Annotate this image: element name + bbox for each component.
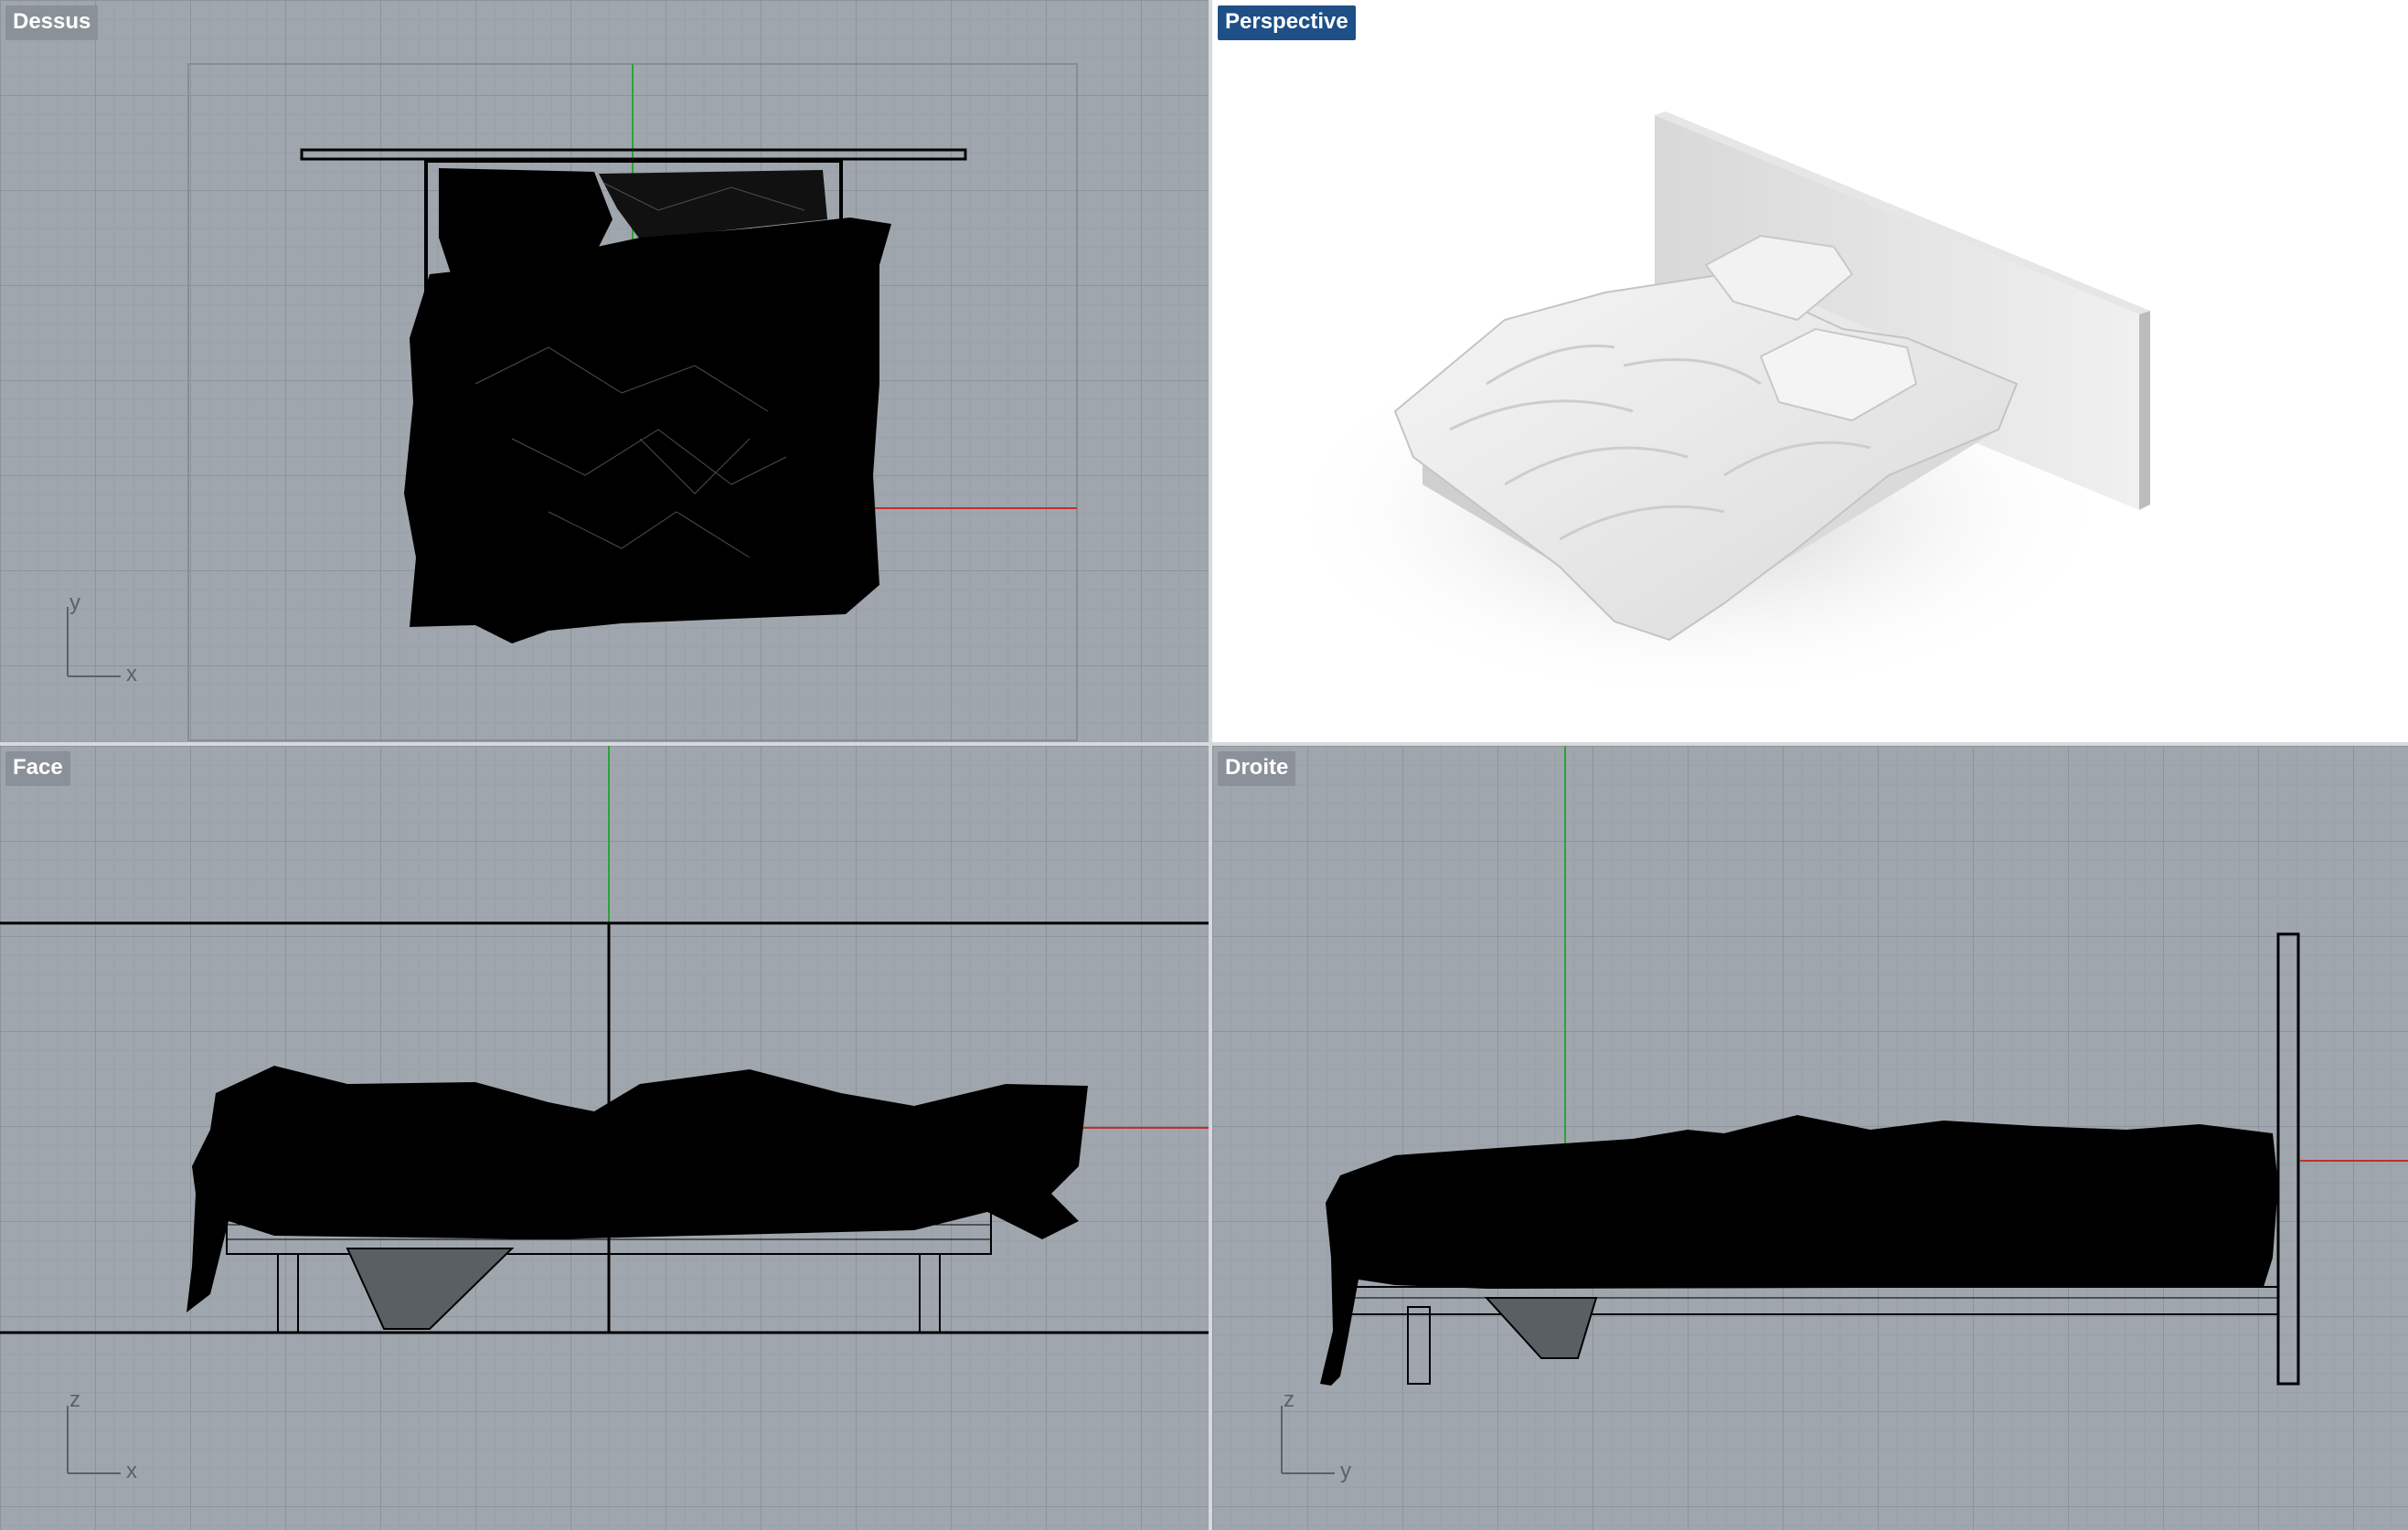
viewport-label-right[interactable]: Droite [1218, 751, 1296, 786]
axis-letter-x: x [126, 1459, 137, 1483]
hanging-sheet [1484, 1297, 1598, 1359]
axis-indicator-top: y x [64, 590, 137, 686]
front-view-scene [0, 746, 1209, 1334]
duvet [404, 218, 891, 643]
bed-leg-left [277, 1253, 299, 1333]
hanging-sheet [346, 1248, 515, 1330]
perspective-render [1276, 112, 2150, 704]
axis-indicator-right: z y [1278, 1387, 1351, 1483]
axis-letter-y: y [69, 590, 80, 615]
axis-indicator-front: z x [64, 1387, 137, 1483]
top-view-scene [187, 63, 1078, 741]
viewport-right[interactable]: Droite z y [1212, 746, 2408, 1530]
viewport-label-perspective[interactable]: Perspective [1218, 5, 1356, 40]
bed-leg-foot [1407, 1306, 1431, 1385]
axis-letter-y: y [1340, 1459, 1351, 1483]
axis-letter-z: z [1284, 1387, 1295, 1412]
axis-letter-x: x [126, 662, 137, 686]
viewport-label-top[interactable]: Dessus [5, 5, 99, 40]
right-view-scene [1320, 746, 2408, 1386]
viewport-label-front[interactable]: Face [5, 751, 70, 786]
viewport-top[interactable]: Dessus y x [0, 0, 1209, 742]
headboard-side [2276, 932, 2300, 1386]
bedding [1320, 1115, 2278, 1386]
bed-leg-right [919, 1253, 941, 1333]
viewport-front[interactable]: Face z x [0, 746, 1209, 1530]
viewport-perspective[interactable]: Perspective [1212, 0, 2408, 742]
bedding [186, 1066, 1088, 1312]
axis-letter-z: z [69, 1387, 80, 1412]
